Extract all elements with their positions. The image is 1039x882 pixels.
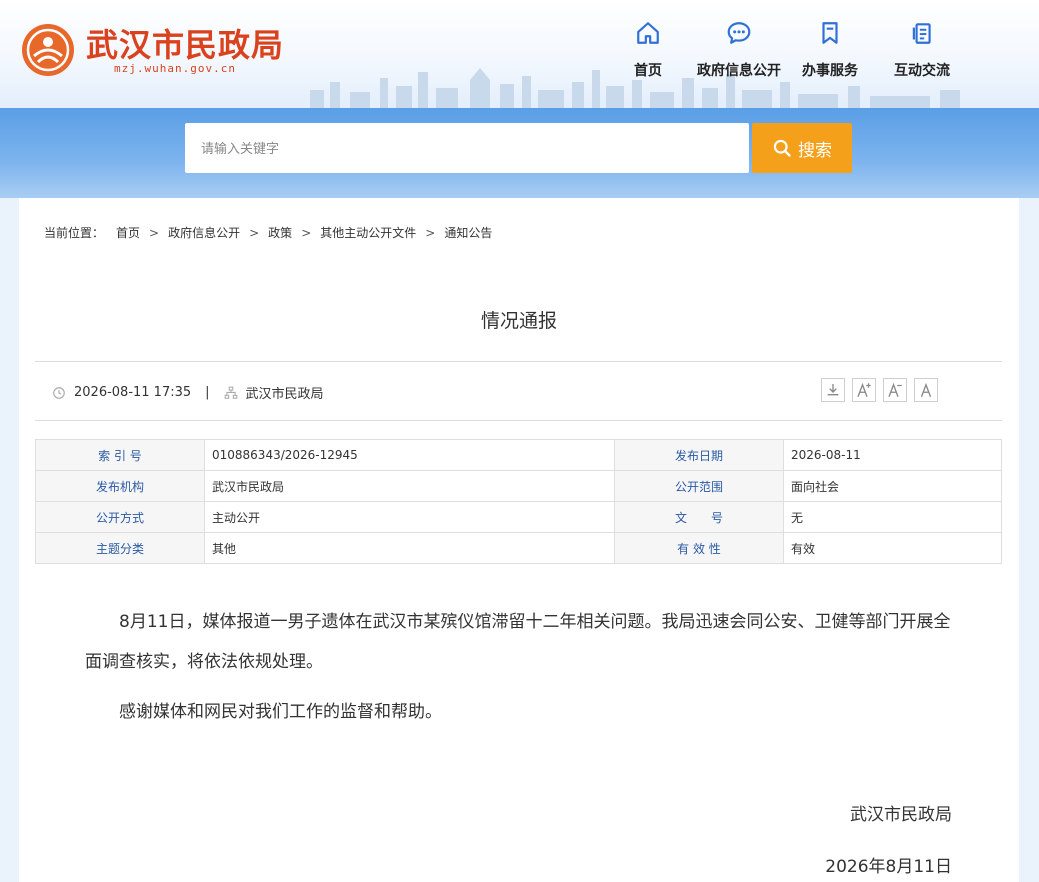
article-body: 8月11日，媒体报道一男子遗体在武汉市某殡仪馆滞留十二年相关问题。我局迅速会同公… bbox=[85, 602, 953, 732]
info-key: 发布机构 bbox=[35, 470, 205, 502]
font-decrease-icon bbox=[888, 382, 902, 397]
info-table: 索 引 号 010886343/2026-12945 发布日期 2026-08-… bbox=[35, 439, 1002, 564]
breadcrumb-policy[interactable]: 政策 bbox=[268, 226, 292, 240]
breadcrumb-label: 当前位置： bbox=[44, 226, 105, 240]
nav-item-interaction[interactable]: 互动交流 bbox=[872, 20, 972, 80]
site-title: 武汉市民政局 bbox=[86, 26, 285, 64]
info-key: 索 引 号 bbox=[35, 439, 205, 471]
nav-label: 首页 bbox=[634, 63, 662, 79]
breadcrumb-home[interactable]: 首页 bbox=[116, 226, 140, 240]
content-panel: 当前位置： 首页 > 政府信息公开 > 政策 > 其他主动公开文件 > 通知公告 情况通报 202… bbox=[19, 198, 1019, 882]
chat-bubble-icon bbox=[727, 22, 751, 44]
font-reset-icon bbox=[920, 382, 932, 397]
info-value: 面向社会 bbox=[783, 470, 1002, 502]
info-value: 010886343/2026-12945 bbox=[204, 439, 615, 471]
search-input[interactable] bbox=[185, 123, 749, 173]
divider bbox=[35, 361, 1002, 362]
download-button[interactable] bbox=[821, 378, 845, 402]
breadcrumb-separator: > bbox=[301, 226, 312, 240]
nav-item-services[interactable]: 办事服务 bbox=[780, 20, 880, 80]
breadcrumb: 当前位置： 首页 > 政府信息公开 > 政策 > 其他主动公开文件 > 通知公告 bbox=[44, 224, 492, 241]
info-value: 2026-08-11 bbox=[783, 439, 1002, 471]
article-paragraph: 8月11日，媒体报道一男子遗体在武汉市某殡仪馆滞留十二年相关问题。我局迅速会同公… bbox=[85, 612, 951, 672]
article-meta: 2026-08-11 17:35 | 武汉市民政局 bbox=[52, 383, 324, 402]
font-increase-icon bbox=[857, 382, 871, 397]
info-key: 公开范围 bbox=[614, 470, 784, 502]
bookmark-icon bbox=[822, 22, 838, 44]
font-reset-button[interactable] bbox=[914, 378, 938, 402]
breadcrumb-other-files[interactable]: 其他主动公开文件 bbox=[320, 226, 416, 240]
breadcrumb-separator: > bbox=[249, 226, 260, 240]
document-icon bbox=[912, 23, 931, 44]
info-key: 文 号 bbox=[614, 501, 784, 533]
publish-datetime: 2026-08-11 17:35 bbox=[74, 385, 192, 400]
article-title: 情况通报 bbox=[480, 310, 557, 332]
home-icon bbox=[637, 22, 659, 44]
bureau-logo bbox=[22, 24, 74, 76]
table-row: 索 引 号 010886343/2026-12945 发布日期 2026-08-… bbox=[35, 439, 1002, 471]
clock-icon bbox=[53, 386, 65, 399]
nav-label: 办事服务 bbox=[802, 63, 858, 79]
info-value: 主动公开 bbox=[204, 501, 615, 533]
article-signature: 武汉市民政局 bbox=[850, 805, 952, 825]
info-key: 公开方式 bbox=[35, 501, 205, 533]
info-key: 发布日期 bbox=[614, 439, 784, 471]
info-value: 有效 bbox=[783, 532, 1002, 564]
nav-item-home[interactable]: 首页 bbox=[598, 20, 698, 80]
breadcrumb-separator: > bbox=[149, 226, 160, 240]
article-sign-date: 2026年8月11日 bbox=[825, 857, 952, 877]
info-key: 主题分类 bbox=[35, 532, 205, 564]
font-tools bbox=[821, 378, 938, 402]
font-increase-button[interactable] bbox=[852, 378, 876, 402]
org-structure-icon bbox=[224, 386, 237, 399]
site-domain: mzj.wuhan.gov.cn bbox=[114, 62, 236, 75]
info-value: 武汉市民政局 bbox=[204, 470, 615, 502]
font-decrease-button[interactable] bbox=[883, 378, 907, 402]
meta-separator: | bbox=[205, 385, 210, 400]
nav-label: 互动交流 bbox=[894, 63, 950, 79]
article-source: 武汉市民政局 bbox=[245, 387, 324, 402]
breadcrumb-notices[interactable]: 通知公告 bbox=[444, 226, 492, 240]
info-value: 无 bbox=[783, 501, 1002, 533]
download-icon bbox=[827, 384, 839, 396]
table-row: 发布机构 武汉市民政局 公开范围 面向社会 bbox=[35, 470, 1002, 502]
table-row: 公开方式 主动公开 文 号 无 bbox=[35, 501, 1002, 533]
breadcrumb-gov-info[interactable]: 政府信息公开 bbox=[168, 226, 240, 240]
search-button[interactable]: 搜索 bbox=[752, 123, 852, 173]
table-row: 主题分类 其他 有 效 性 有效 bbox=[35, 532, 1002, 564]
search-icon bbox=[773, 139, 791, 157]
nav-item-gov-info[interactable]: 政府信息公开 bbox=[689, 20, 789, 80]
nav-label: 政府信息公开 bbox=[697, 63, 781, 79]
breadcrumb-separator: > bbox=[425, 226, 436, 240]
info-value: 其他 bbox=[204, 532, 615, 564]
info-key: 有 效 性 bbox=[614, 532, 784, 564]
site-header: 武汉市民政局 mzj.wuhan.gov.cn 首页 政府信息公开 办事服务 互… bbox=[0, 0, 1039, 108]
article-paragraph: 感谢媒体和网民对我们工作的监督和帮助。 bbox=[119, 702, 442, 722]
main-nav: 首页 政府信息公开 办事服务 互动交流 bbox=[600, 20, 980, 90]
divider bbox=[35, 420, 1002, 421]
search-button-label: 搜索 bbox=[798, 140, 832, 161]
